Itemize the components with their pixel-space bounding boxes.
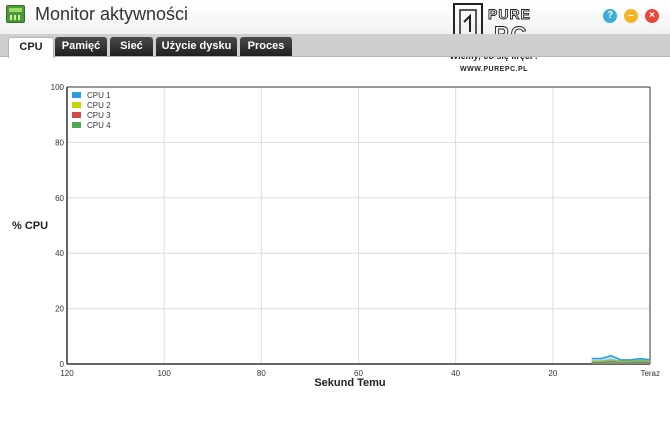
- y-tick-label: 60: [55, 194, 64, 203]
- y-tick-label: 80: [55, 138, 64, 147]
- y-tick-label: 20: [55, 305, 64, 314]
- legend-label-cpu-4: CPU 4: [87, 121, 111, 130]
- legend-label-cpu-1: CPU 1: [87, 91, 111, 100]
- x-tick-label: 100: [157, 369, 171, 378]
- x-tick-label: 60: [354, 369, 363, 378]
- legend-swatch-cpu-3: [72, 112, 81, 118]
- x-tick-label: 20: [548, 369, 557, 378]
- x-tick-label: 80: [257, 369, 266, 378]
- legend-swatch-cpu-2: [72, 102, 81, 108]
- y-tick-label: 100: [51, 83, 65, 92]
- legend-label-cpu-3: CPU 3: [87, 111, 111, 120]
- y-tick-label: 40: [55, 249, 64, 258]
- legend-swatch-cpu-1: [72, 92, 81, 98]
- legend-label-cpu-2: CPU 2: [87, 101, 111, 110]
- x-tick-label: 120: [60, 369, 74, 378]
- y-tick-label: 0: [60, 360, 65, 369]
- cpu-usage-chart: 020406080100120 100 80 60 40 20 TerazCPU 1CPU …: [51, 83, 660, 378]
- x-tick-label: 40: [451, 369, 460, 378]
- x-tick-label: Teraz: [640, 369, 660, 378]
- legend-swatch-cpu-4: [72, 122, 81, 128]
